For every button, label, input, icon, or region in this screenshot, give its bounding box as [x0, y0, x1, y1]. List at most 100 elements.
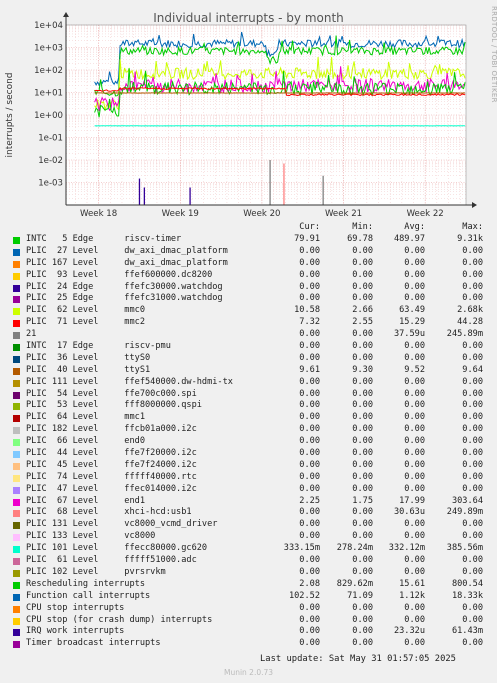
legend-swatch [13, 248, 20, 256]
legend-swatch [13, 605, 20, 613]
legend-label: INTC 17 Edge riscv-pmu [26, 341, 171, 352]
rrdtool-credit: RRDTOOL / TOBI OETIKER [490, 6, 497, 103]
legend-swatch [13, 617, 20, 625]
legend-label: CPU stop interrupts [26, 602, 125, 613]
legend-label: PLIC 27 Level dw_axi_dmac_platform [26, 245, 228, 256]
legend-swatch [13, 355, 20, 363]
x-tick-label: Week 22 [407, 209, 444, 219]
legend-row: PLIC 101 Level ffecc80000.gc620 333.15m 27… [0, 543, 497, 555]
legend-max-value: 0.00 [462, 424, 483, 435]
legend-max-value: 9.31k [457, 234, 483, 244]
x-tick-label: Week 20 [243, 209, 280, 219]
legend-swatch [13, 391, 20, 399]
legend-row: PLIC 44 Level ffe7f20000.i2c 0.00 0.00 0.00… [0, 448, 497, 460]
legend-max-value: 44.28 [457, 317, 483, 328]
legend-swatch [13, 510, 20, 518]
legend-max-value: 0.00 [462, 352, 483, 363]
legend-row: PLIC 64 Level mmc1 0.00 0.00 0.00 0.00 [0, 412, 497, 424]
chart-plot-area: 1e-031e-021e-011e+001e+011e+021e+031e+04… [34, 12, 477, 219]
legend-row: CPU stop (for crash dump) interrupts 0.00… [0, 615, 497, 627]
legend-max-value: 0.00 [462, 602, 483, 613]
legend-row: Timer broadcast interrupts 0.00 0.00 0.00 0.… [0, 638, 497, 650]
legend-swatch [13, 332, 20, 340]
legend-label: PLIC 167 Level dw_axi_dmac_platform [26, 257, 228, 268]
legend-label: Timer broadcast interrupts [26, 638, 161, 649]
legend-row: PLIC 47 Level ffec014000.i2c 0.00 0.00 0.00… [0, 484, 497, 496]
legend-row: PLIC 40 Level ttyS1 9.61 9.30 9.52 9.64 [0, 365, 497, 377]
legend-row: PLIC 53 Level fff8000000.qspi 0.00 0.00 0.0… [0, 400, 497, 412]
legend-swatch [13, 534, 20, 542]
legend-row: PLIC 54 Level ffe700c000.spi 0.00 0.00 0.00… [0, 389, 497, 401]
legend-row: PLIC 66 Level end0 0.00 0.00 0.00 0.00 [0, 436, 497, 448]
legend-row: PLIC 68 Level xhci-hcd:usb1 0.00 0.00 30.63… [0, 507, 497, 519]
legend-row: Rescheduling interrupts 2.08 829.62m 15.61 8… [0, 579, 497, 591]
x-tick-label: Week 19 [162, 209, 199, 219]
legend-max-value: 0.00 [462, 436, 483, 447]
last-update: Last update: Sat May 31 01:57:05 2025 [260, 654, 456, 664]
legend-swatch [13, 451, 20, 459]
legend-label: PLIC 61 Level fffff51000.adc [26, 555, 197, 566]
legend-swatch [13, 629, 20, 637]
legend-max-value: 0.00 [462, 519, 483, 530]
legend-label: PLIC 74 Level fffff40000.rtc [26, 471, 197, 482]
legend-label: PLIC 24 Edge ffefc30000.watchdog [26, 281, 223, 292]
legend-swatch [13, 237, 20, 244]
y-tick-label: 1e+00 [34, 111, 63, 121]
legend-row: PLIC 67 Level end1 2.25 1.75 17.99 303.64 [0, 496, 497, 508]
y-axis-label: interrupts / second [5, 72, 15, 158]
legend-row: INTC 17 Edge riscv-pmu 0.00 0.00 0.00 0.00 [0, 341, 497, 353]
legend-row: PLIC 27 Level dw_axi_dmac_platform 0.00 0.… [0, 246, 497, 258]
legend-max-value: 245.89m [446, 329, 483, 340]
legend-label: Function call interrupts [26, 590, 151, 601]
legend-swatch [13, 474, 20, 482]
legend-row: PLIC 93 Level ffef600000.dc8200 0.00 0.00 0… [0, 270, 497, 282]
legend-row: INTC 5 Edge riscv-timer 79.91 69.78 489.97 9… [0, 234, 497, 246]
legend-max-value: 2.68k [457, 305, 483, 316]
y-tick-label: 1e+01 [34, 89, 63, 99]
legend-label: PLIC 45 Level ffe7f24000.i2c [26, 459, 197, 470]
x-tick-label: Week 18 [80, 209, 117, 219]
legend-row: PLIC 25 Edge ffefc31000.watchdog 0.00 0.00… [0, 293, 497, 305]
legend-swatch [13, 427, 20, 435]
legend-label: IRQ work interrupts [26, 626, 125, 637]
legend-row: CPU stop interrupts 0.00 0.00 0.00 0.00 [0, 603, 497, 615]
legend-row: PLIC 45 Level ffe7f24000.i2c 0.00 0.00 0.00… [0, 460, 497, 472]
legend-label: PLIC 25 Edge ffefc31000.watchdog [26, 293, 223, 304]
legend-label: PLIC 131 Level vc8000_vcmd_driver [26, 519, 218, 530]
legend-label: INTC 5 Edge riscv-timer [26, 234, 182, 244]
chart-title: Individual interrupts - by month [153, 11, 344, 25]
legend-row: Function call interrupts 102.52 71.09 1.12k… [0, 591, 497, 603]
legend-row: PLIC 111 Level ffef540000.dw-hdmi-tx 0.00… [0, 377, 497, 389]
legend-row: PLIC 62 Level mmc0 10.58 2.66 63.49 2.68k [0, 305, 497, 317]
legend-label: PLIC 102 Level pvrsrvkm [26, 566, 166, 577]
legend-label: PLIC 44 Level ffe7f20000.i2c [26, 448, 197, 459]
legend-max-value: 0.00 [462, 555, 483, 566]
legend-label: PLIC 71 Level mmc2 [26, 317, 145, 328]
legend-max-value: 0.00 [462, 638, 483, 649]
legend-label: Rescheduling interrupts [26, 578, 145, 589]
legend: INTC 5 Edge riscv-timer 79.91 69.78 489.97 9… [0, 234, 497, 650]
legend-row: PLIC 24 Edge ffefc30000.watchdog 0.00 0.00… [0, 282, 497, 294]
legend-label: PLIC 133 Level vc8000 [26, 531, 156, 542]
legend-max-value: 0.00 [462, 388, 483, 399]
legend-swatch [13, 403, 20, 411]
legend-swatch [13, 296, 20, 304]
y-tick-label: 1e-03 [38, 179, 63, 189]
legend-max-value: 0.00 [462, 448, 483, 459]
legend-row: PLIC 167 Level dw_axi_dmac_platform 0.00 0… [0, 258, 497, 270]
legend-max-value: 0.00 [462, 459, 483, 470]
legend-swatch [13, 569, 20, 577]
legend-label: CPU stop (for crash dump) interrupts [26, 614, 213, 625]
legend-label: 21 [26, 329, 37, 340]
legend-max-value: 9.64 [462, 364, 483, 375]
legend-max-value: 0.00 [462, 531, 483, 542]
legend-max-value: 61.43m [451, 626, 483, 637]
legend-max-value: 0.00 [462, 341, 483, 352]
legend-row: PLIC 36 Level ttyS0 0.00 0.00 0.00 0.00 [0, 353, 497, 365]
legend-label: PLIC 64 Level mmc1 [26, 412, 145, 423]
legend-max-value: 249.89m [446, 507, 483, 518]
legend-max-value: 0.00 [462, 412, 483, 423]
legend-header-max: Max: [462, 222, 483, 232]
legend-max-value: 0.00 [462, 483, 483, 494]
legend-swatch [13, 641, 20, 649]
